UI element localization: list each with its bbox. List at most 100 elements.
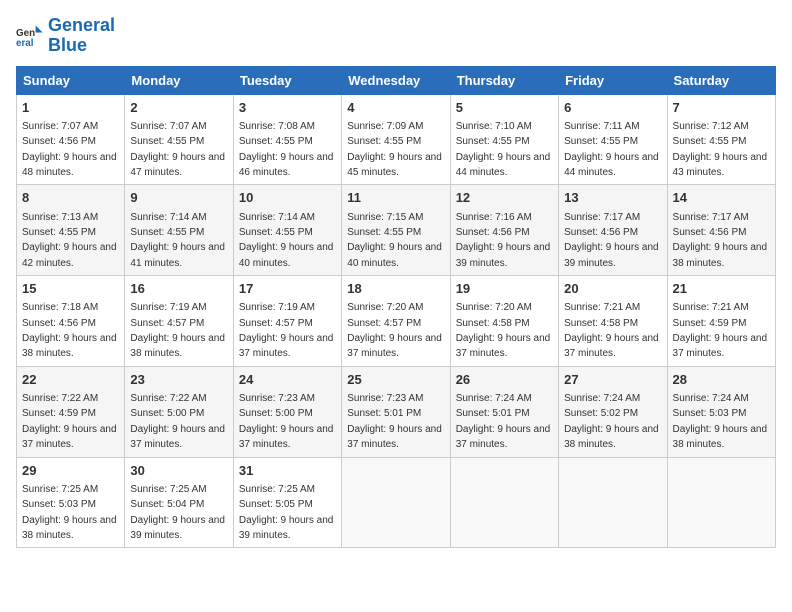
calendar-week-row: 8 Sunrise: 7:13 AMSunset: 4:55 PMDayligh… (17, 185, 776, 276)
day-number: 27 (564, 371, 661, 389)
day-number: 2 (130, 99, 227, 117)
day-number: 26 (456, 371, 553, 389)
day-info: Sunrise: 7:21 AMSunset: 4:58 PMDaylight:… (564, 302, 659, 359)
column-header-sunday: Sunday (17, 66, 125, 94)
calendar-cell: 8 Sunrise: 7:13 AMSunset: 4:55 PMDayligh… (17, 185, 125, 276)
calendar-week-row: 29 Sunrise: 7:25 AMSunset: 5:03 PMDaylig… (17, 457, 776, 548)
day-number: 17 (239, 280, 336, 298)
day-number: 6 (564, 99, 661, 117)
day-number: 28 (673, 371, 770, 389)
column-header-tuesday: Tuesday (233, 66, 341, 94)
column-header-saturday: Saturday (667, 66, 775, 94)
day-info: Sunrise: 7:23 AMSunset: 5:01 PMDaylight:… (347, 393, 442, 450)
day-info: Sunrise: 7:21 AMSunset: 4:59 PMDaylight:… (673, 302, 768, 359)
day-number: 14 (673, 189, 770, 207)
day-info: Sunrise: 7:25 AMSunset: 5:03 PMDaylight:… (22, 484, 117, 541)
day-info: Sunrise: 7:14 AMSunset: 4:55 PMDaylight:… (239, 212, 334, 269)
day-info: Sunrise: 7:17 AMSunset: 4:56 PMDaylight:… (564, 212, 659, 269)
day-number: 21 (673, 280, 770, 298)
day-info: Sunrise: 7:22 AMSunset: 4:59 PMDaylight:… (22, 393, 117, 450)
day-number: 10 (239, 189, 336, 207)
day-info: Sunrise: 7:24 AMSunset: 5:02 PMDaylight:… (564, 393, 659, 450)
day-number: 22 (22, 371, 119, 389)
calendar-cell: 22 Sunrise: 7:22 AMSunset: 4:59 PMDaylig… (17, 366, 125, 457)
svg-text:eral: eral (16, 38, 34, 49)
calendar-cell: 18 Sunrise: 7:20 AMSunset: 4:57 PMDaylig… (342, 276, 450, 367)
day-info: Sunrise: 7:08 AMSunset: 4:55 PMDaylight:… (239, 121, 334, 178)
calendar-cell: 5 Sunrise: 7:10 AMSunset: 4:55 PMDayligh… (450, 94, 558, 185)
day-number: 4 (347, 99, 444, 117)
calendar-cell: 16 Sunrise: 7:19 AMSunset: 4:57 PMDaylig… (125, 276, 233, 367)
day-number: 18 (347, 280, 444, 298)
day-info: Sunrise: 7:24 AMSunset: 5:01 PMDaylight:… (456, 393, 551, 450)
day-info: Sunrise: 7:25 AMSunset: 5:04 PMDaylight:… (130, 484, 225, 541)
page-header: Gen eral GeneralBlue (16, 16, 776, 56)
logo: Gen eral GeneralBlue (16, 16, 115, 56)
day-number: 30 (130, 462, 227, 480)
logo-icon: Gen eral (16, 22, 44, 50)
calendar-cell: 17 Sunrise: 7:19 AMSunset: 4:57 PMDaylig… (233, 276, 341, 367)
day-number: 8 (22, 189, 119, 207)
calendar-cell: 2 Sunrise: 7:07 AMSunset: 4:55 PMDayligh… (125, 94, 233, 185)
day-number: 23 (130, 371, 227, 389)
column-header-thursday: Thursday (450, 66, 558, 94)
day-info: Sunrise: 7:13 AMSunset: 4:55 PMDaylight:… (22, 212, 117, 269)
day-number: 5 (456, 99, 553, 117)
day-info: Sunrise: 7:25 AMSunset: 5:05 PMDaylight:… (239, 484, 334, 541)
calendar-cell: 19 Sunrise: 7:20 AMSunset: 4:58 PMDaylig… (450, 276, 558, 367)
day-info: Sunrise: 7:07 AMSunset: 4:55 PMDaylight:… (130, 121, 225, 178)
calendar-table: SundayMondayTuesdayWednesdayThursdayFrid… (16, 66, 776, 549)
day-info: Sunrise: 7:10 AMSunset: 4:55 PMDaylight:… (456, 121, 551, 178)
day-info: Sunrise: 7:07 AMSunset: 4:56 PMDaylight:… (22, 121, 117, 178)
calendar-cell: 13 Sunrise: 7:17 AMSunset: 4:56 PMDaylig… (559, 185, 667, 276)
day-number: 20 (564, 280, 661, 298)
day-info: Sunrise: 7:16 AMSunset: 4:56 PMDaylight:… (456, 212, 551, 269)
logo-text: GeneralBlue (48, 16, 115, 56)
calendar-cell: 24 Sunrise: 7:23 AMSunset: 5:00 PMDaylig… (233, 366, 341, 457)
column-header-friday: Friday (559, 66, 667, 94)
calendar-cell: 6 Sunrise: 7:11 AMSunset: 4:55 PMDayligh… (559, 94, 667, 185)
calendar-cell: 26 Sunrise: 7:24 AMSunset: 5:01 PMDaylig… (450, 366, 558, 457)
calendar-cell: 28 Sunrise: 7:24 AMSunset: 5:03 PMDaylig… (667, 366, 775, 457)
column-header-monday: Monday (125, 66, 233, 94)
calendar-cell: 29 Sunrise: 7:25 AMSunset: 5:03 PMDaylig… (17, 457, 125, 548)
calendar-week-row: 15 Sunrise: 7:18 AMSunset: 4:56 PMDaylig… (17, 276, 776, 367)
day-number: 11 (347, 189, 444, 207)
day-info: Sunrise: 7:12 AMSunset: 4:55 PMDaylight:… (673, 121, 768, 178)
day-number: 13 (564, 189, 661, 207)
day-info: Sunrise: 7:20 AMSunset: 4:57 PMDaylight:… (347, 302, 442, 359)
calendar-cell: 11 Sunrise: 7:15 AMSunset: 4:55 PMDaylig… (342, 185, 450, 276)
calendar-week-row: 1 Sunrise: 7:07 AMSunset: 4:56 PMDayligh… (17, 94, 776, 185)
day-info: Sunrise: 7:11 AMSunset: 4:55 PMDaylight:… (564, 121, 659, 178)
calendar-cell: 3 Sunrise: 7:08 AMSunset: 4:55 PMDayligh… (233, 94, 341, 185)
day-number: 16 (130, 280, 227, 298)
day-info: Sunrise: 7:15 AMSunset: 4:55 PMDaylight:… (347, 212, 442, 269)
calendar-cell (342, 457, 450, 548)
day-info: Sunrise: 7:24 AMSunset: 5:03 PMDaylight:… (673, 393, 768, 450)
day-number: 3 (239, 99, 336, 117)
calendar-cell: 31 Sunrise: 7:25 AMSunset: 5:05 PMDaylig… (233, 457, 341, 548)
calendar-cell: 23 Sunrise: 7:22 AMSunset: 5:00 PMDaylig… (125, 366, 233, 457)
calendar-cell (450, 457, 558, 548)
day-number: 29 (22, 462, 119, 480)
day-info: Sunrise: 7:18 AMSunset: 4:56 PMDaylight:… (22, 302, 117, 359)
day-number: 1 (22, 99, 119, 117)
column-header-wednesday: Wednesday (342, 66, 450, 94)
calendar-cell: 20 Sunrise: 7:21 AMSunset: 4:58 PMDaylig… (559, 276, 667, 367)
calendar-cell: 27 Sunrise: 7:24 AMSunset: 5:02 PMDaylig… (559, 366, 667, 457)
calendar-cell: 12 Sunrise: 7:16 AMSunset: 4:56 PMDaylig… (450, 185, 558, 276)
day-number: 9 (130, 189, 227, 207)
day-number: 31 (239, 462, 336, 480)
calendar-cell: 9 Sunrise: 7:14 AMSunset: 4:55 PMDayligh… (125, 185, 233, 276)
calendar-header-row: SundayMondayTuesdayWednesdayThursdayFrid… (17, 66, 776, 94)
day-info: Sunrise: 7:22 AMSunset: 5:00 PMDaylight:… (130, 393, 225, 450)
day-info: Sunrise: 7:20 AMSunset: 4:58 PMDaylight:… (456, 302, 551, 359)
day-info: Sunrise: 7:19 AMSunset: 4:57 PMDaylight:… (239, 302, 334, 359)
calendar-week-row: 22 Sunrise: 7:22 AMSunset: 4:59 PMDaylig… (17, 366, 776, 457)
calendar-cell: 1 Sunrise: 7:07 AMSunset: 4:56 PMDayligh… (17, 94, 125, 185)
calendar-cell: 10 Sunrise: 7:14 AMSunset: 4:55 PMDaylig… (233, 185, 341, 276)
day-info: Sunrise: 7:09 AMSunset: 4:55 PMDaylight:… (347, 121, 442, 178)
day-info: Sunrise: 7:23 AMSunset: 5:00 PMDaylight:… (239, 393, 334, 450)
day-info: Sunrise: 7:17 AMSunset: 4:56 PMDaylight:… (673, 212, 768, 269)
calendar-cell (559, 457, 667, 548)
